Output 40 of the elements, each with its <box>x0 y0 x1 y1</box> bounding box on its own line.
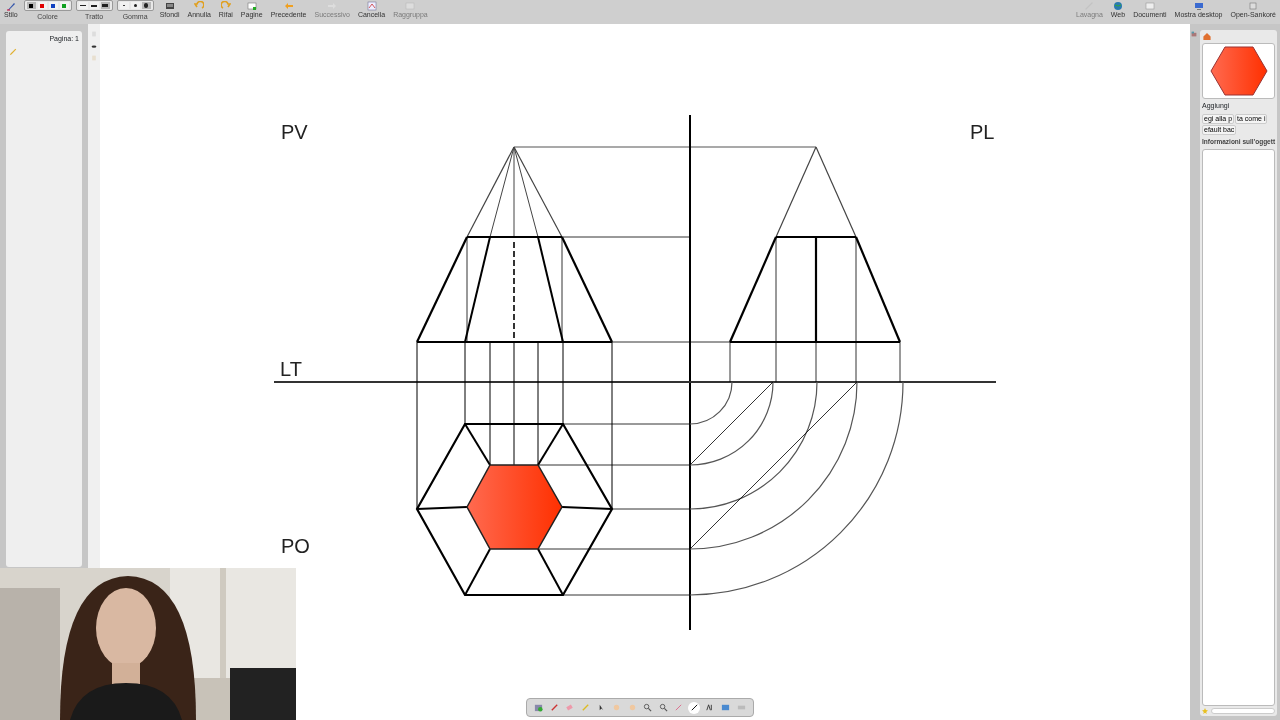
left-arrow-icon <box>283 1 294 11</box>
view-label: PO <box>281 535 310 557</box>
view-label: LT <box>280 358 302 380</box>
pencil-icon <box>9 47 17 56</box>
screen-icon <box>721 703 731 712</box>
zoom-in-icon <box>643 703 653 712</box>
line-icon <box>689 703 699 712</box>
redo-icon <box>220 1 231 11</box>
marker-icon <box>580 703 590 712</box>
hexagon-icon <box>1209 46 1268 96</box>
text-icon <box>705 703 715 712</box>
home-icon <box>1202 32 1212 41</box>
zoom-out-icon <box>658 703 668 712</box>
size-option[interactable] <box>78 2 88 9</box>
color-swatch[interactable] <box>59 2 69 9</box>
size-option[interactable] <box>89 2 99 9</box>
eraser-icon <box>565 703 575 712</box>
library-icon <box>1191 30 1197 38</box>
pen-icon <box>549 703 559 712</box>
size-option[interactable] <box>100 2 110 9</box>
globe-icon <box>1113 1 1123 11</box>
star-icon <box>1202 708 1208 714</box>
size-option[interactable] <box>141 2 151 9</box>
undo-icon <box>194 1 205 11</box>
image-icon <box>534 703 544 712</box>
image-icon <box>164 1 175 11</box>
color-swatch[interactable] <box>37 2 47 9</box>
page-add-icon <box>246 1 257 11</box>
size-option[interactable] <box>130 2 140 9</box>
page-icon <box>91 54 97 62</box>
shape-thumbnail[interactable] <box>1202 43 1275 99</box>
pen-icon <box>5 1 16 11</box>
color-swatch[interactable] <box>26 2 36 9</box>
tool-button[interactable] <box>688 701 701 714</box>
search-field[interactable] <box>1211 708 1275 714</box>
color-swatch[interactable] <box>48 2 58 9</box>
monitor-icon <box>1193 1 1204 11</box>
view-label: PV <box>281 121 308 143</box>
eye-icon <box>91 42 97 50</box>
view-label: PL <box>970 121 995 143</box>
